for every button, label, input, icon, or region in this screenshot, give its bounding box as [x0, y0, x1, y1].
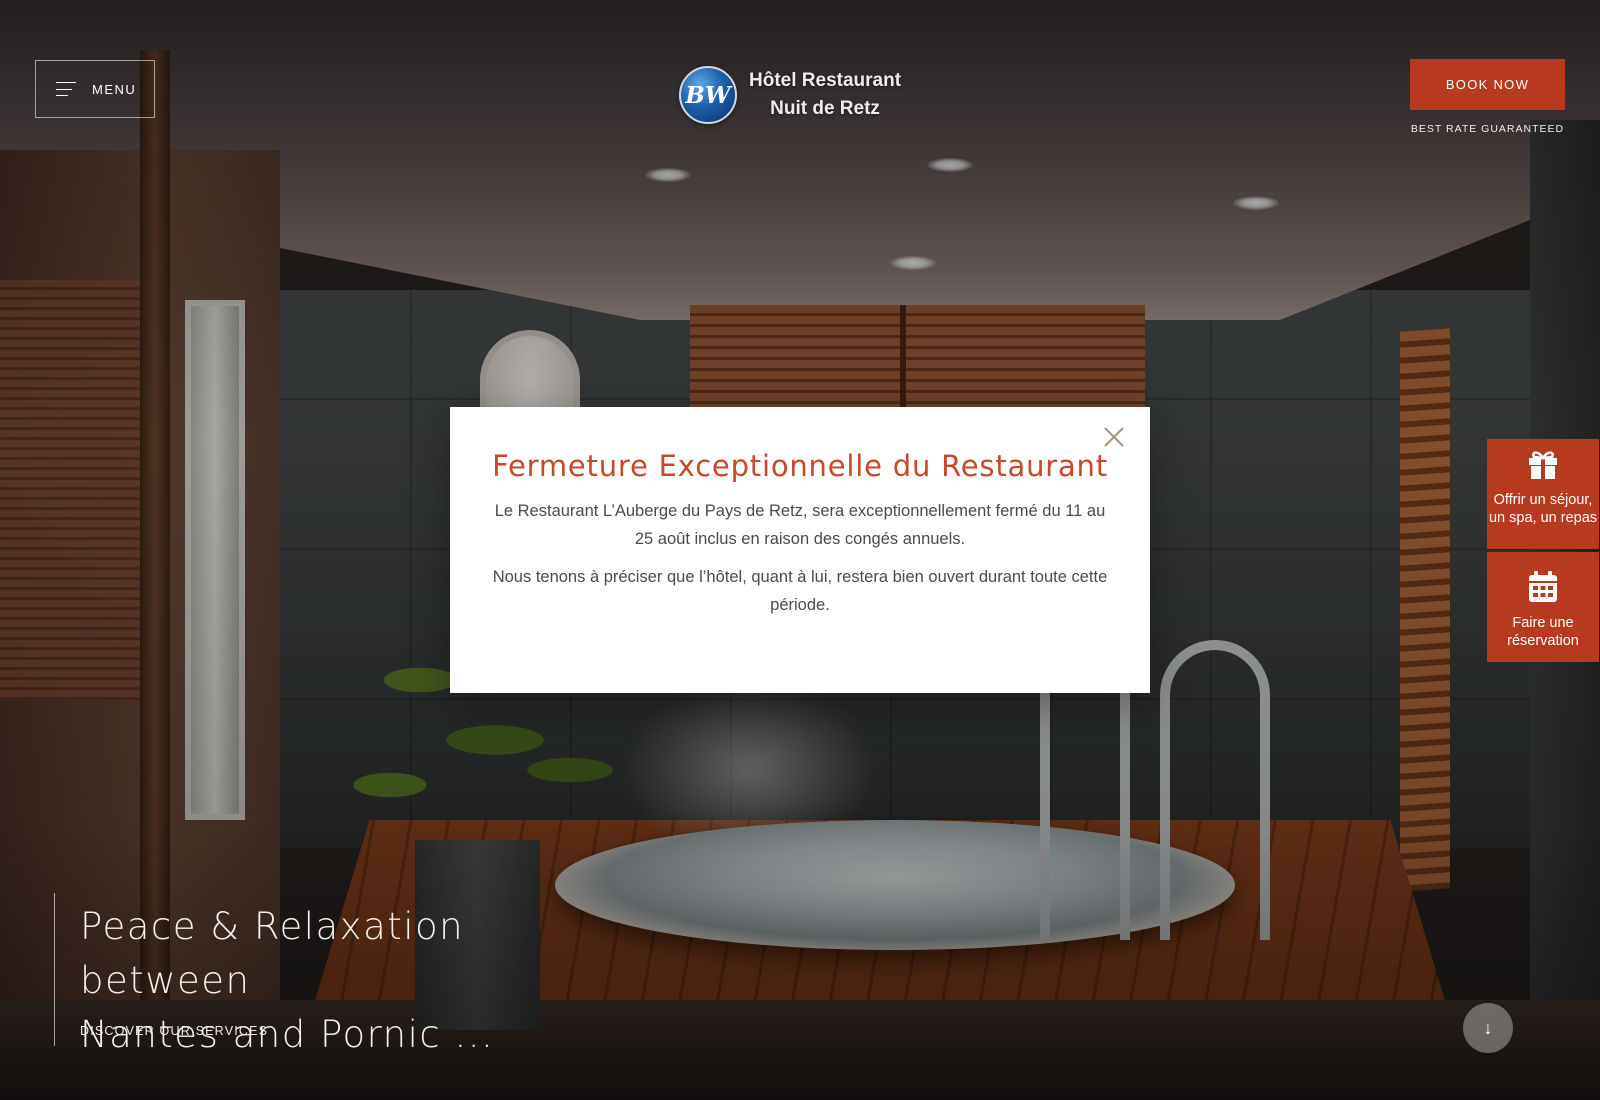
scroll-down-button[interactable]: ↓ — [1463, 1003, 1513, 1053]
modal-paragraph-2: Nous tenons à préciser que l’hôtel, quan… — [492, 568, 1108, 614]
reservation-tab[interactable]: Faire une réservation — [1487, 552, 1599, 662]
arrow-down-icon: ↓ — [1483, 1017, 1493, 1038]
modal-paragraph-1: Le Restaurant L’Auberge du Pays de Retz,… — [494, 502, 1106, 548]
book-now-button[interactable]: BOOK NOW — [1410, 59, 1565, 110]
hotel-logo[interactable]: BW Hôtel Restaurant Nuit de Retz — [679, 66, 901, 124]
menu-button[interactable]: MENU — [35, 60, 155, 118]
best-rate-label: BEST RATE GUARANTEED — [1410, 123, 1565, 135]
hero-divider — [54, 893, 55, 1046]
bw-logo-badge: BW — [679, 66, 737, 124]
modal-title: Fermeture Exceptionnelle du Restaurant — [492, 449, 1108, 483]
logo-line-2: Nuit de Retz — [770, 98, 880, 119]
calendar-icon — [1529, 571, 1557, 602]
hero-title-line-1: Peace & Relaxation between — [80, 905, 465, 1002]
hamburger-icon — [56, 82, 76, 96]
gift-tab[interactable]: Offrir un séjour, un spa, un repas — [1487, 439, 1599, 549]
gift-tab-label: Offrir un séjour, un spa, un repas — [1488, 492, 1598, 526]
logo-text: Hôtel Restaurant Nuit de Retz — [749, 67, 901, 123]
close-icon[interactable] — [1102, 425, 1126, 449]
gift-icon — [1529, 451, 1557, 479]
logo-line-1: Hôtel Restaurant — [749, 70, 902, 91]
closure-notice-modal: Fermeture Exceptionnelle du Restaurant L… — [450, 407, 1150, 693]
menu-label: MENU — [92, 81, 137, 97]
reservation-tab-label: Faire une réservation — [1507, 615, 1579, 649]
discover-services-link[interactable]: DISCOVER OUR SERVICES — [80, 1024, 268, 1038]
